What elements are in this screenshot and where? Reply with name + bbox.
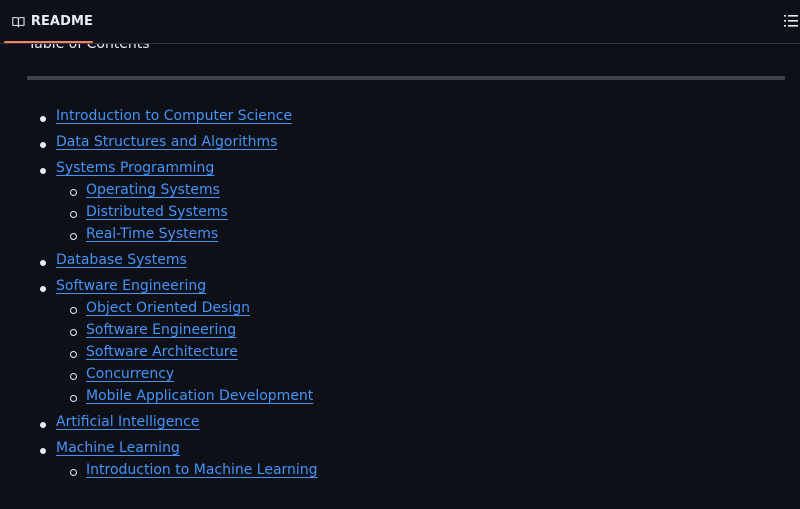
toc-link[interactable]: Systems Programming	[56, 160, 214, 176]
readme-tab-bar: README	[0, 0, 800, 44]
readme-tab-label: README	[30, 14, 93, 29]
toc-sublink[interactable]: Concurrency	[86, 366, 174, 382]
toc-sublist: Operating Systems Distributed Systems Real…	[0, 179, 800, 249]
toc-item: Database Systems	[0, 249, 800, 275]
toc-subitem: Real-Time Systems	[0, 223, 800, 249]
bullet-disc-icon	[40, 448, 46, 454]
bullet-disc-icon	[40, 168, 46, 174]
toc-item: Systems Programming Operating Systems Dist…	[0, 157, 800, 249]
readme-tab[interactable]: README	[4, 0, 93, 43]
bullet-disc-icon	[40, 422, 46, 428]
bullet-circle-icon	[70, 233, 77, 240]
heading-divider	[27, 76, 785, 80]
toc-link[interactable]: Software Engineering	[56, 278, 206, 294]
bullet-circle-icon	[70, 189, 77, 196]
readme-content: Table of Contents Introduction to Comput…	[0, 44, 800, 509]
active-tab-indicator	[4, 41, 93, 43]
book-icon	[12, 16, 25, 27]
bullet-circle-icon	[70, 329, 77, 336]
toc-sublink[interactable]: Introduction to Machine Learning	[86, 462, 318, 478]
toc-link[interactable]: Data Structures and Algorithms	[56, 134, 277, 150]
toc-sublink[interactable]: Operating Systems	[86, 182, 220, 198]
toc-link[interactable]: Database Systems	[56, 252, 187, 268]
toc-sublink[interactable]: Distributed Systems	[86, 204, 228, 220]
toc-sublink[interactable]: Software Engineering	[86, 322, 236, 338]
toc-link[interactable]: Machine Learning	[56, 440, 180, 456]
bullet-circle-icon	[70, 395, 77, 402]
toc-link[interactable]: Artificial Intelligence	[56, 414, 200, 430]
toc-sublink[interactable]: Software Architecture	[86, 344, 238, 360]
bullet-disc-icon	[40, 142, 46, 148]
toc-sublist: Object Oriented Design Software Engineeri…	[0, 297, 800, 411]
toc-item: Machine Learning Introduction to Machine …	[0, 437, 800, 485]
bullet-disc-icon	[40, 286, 46, 292]
toc-sublink[interactable]: Mobile Application Development	[86, 388, 313, 404]
toc-item: Data Structures and Algorithms	[0, 131, 800, 157]
toc-item: Artificial Intelligence	[0, 411, 800, 437]
bullet-circle-icon	[70, 469, 77, 476]
table-of-contents: Introduction to Computer Science Data Str…	[0, 105, 800, 485]
toc-item: Introduction to Computer Science	[0, 105, 800, 131]
bullet-disc-icon	[40, 260, 46, 266]
toc-subitem: Mobile Application Development	[0, 385, 800, 411]
toc-item: Software Engineering Object Oriented Desi…	[0, 275, 800, 411]
bullet-circle-icon	[70, 307, 77, 314]
toc-subitem: Introduction to Machine Learning	[0, 459, 800, 485]
toc-sublink[interactable]: Real-Time Systems	[86, 226, 218, 242]
toc-heading: Table of Contents	[28, 44, 150, 52]
list-outline-icon[interactable]	[784, 13, 798, 29]
toc-sublink[interactable]: Object Oriented Design	[86, 300, 250, 316]
toc-sublist: Introduction to Machine Learning	[0, 459, 800, 485]
bullet-circle-icon	[70, 211, 77, 218]
bullet-circle-icon	[70, 373, 77, 380]
bullet-circle-icon	[70, 351, 77, 358]
toc-link[interactable]: Introduction to Computer Science	[56, 108, 292, 124]
bullet-disc-icon	[40, 116, 46, 122]
